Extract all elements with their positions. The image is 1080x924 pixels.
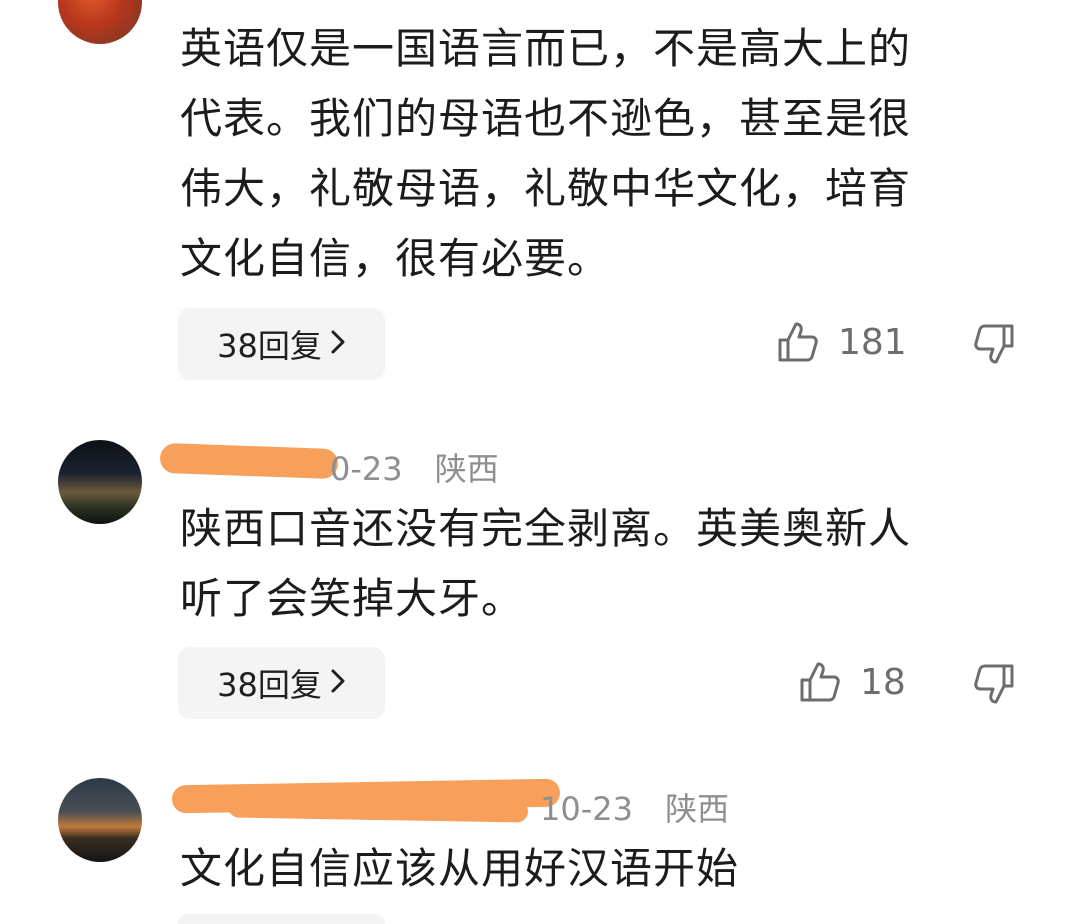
comment-line: 代表。我们的母语也不逊色，甚至是很	[180, 94, 912, 143]
comment-line: 陕西口音还没有完全剥离。英美奥新人	[180, 504, 912, 553]
comment-line: 英语仅是一国语言而已，不是高大上的	[180, 24, 912, 73]
chevron-right-icon	[330, 325, 346, 363]
like-count: 18	[860, 662, 906, 703]
redacted-username	[159, 442, 339, 480]
comment-meta: 10-23 陕西	[540, 784, 729, 830]
thumbs-up-icon[interactable]	[798, 660, 842, 708]
comment-date: 0-23	[330, 450, 403, 488]
thumbs-down-icon[interactable]	[972, 662, 1016, 710]
reply-button[interactable]: 38回复	[178, 647, 385, 719]
reply-label: 38回复	[217, 327, 322, 365]
thumbs-down-icon[interactable]	[972, 322, 1016, 370]
comment-text: 英语仅是一国语言而已，不是高大上的 代表。我们的母语也不逊色，甚至是很 伟大，礼…	[180, 14, 1040, 294]
redacted-username	[227, 795, 529, 823]
comment-date: 10-23	[540, 790, 633, 828]
reply-label: 38回复	[217, 666, 322, 704]
avatar[interactable]	[58, 778, 142, 862]
comment-text: 文化自信应该从用好汉语开始	[180, 834, 1040, 904]
reply-button-partial[interactable]	[178, 914, 385, 924]
comment-region: 陕西	[434, 450, 499, 488]
avatar[interactable]	[58, 0, 142, 44]
comment-meta: 0-23 陕西	[330, 444, 499, 490]
chevron-right-icon	[330, 664, 346, 702]
comment-line: 文化自信，很有必要。	[180, 234, 611, 283]
comment-line: 听了会笑掉大牙。	[180, 574, 525, 623]
comment-region: 陕西	[665, 790, 730, 828]
comment-line: 文化自信应该从用好汉语开始	[180, 844, 740, 893]
thumbs-up-icon[interactable]	[776, 320, 820, 368]
like-count: 181	[838, 322, 907, 363]
comment-text: 陕西口音还没有完全剥离。英美奥新人 听了会笑掉大牙。	[180, 494, 1040, 634]
reply-button[interactable]: 38回复	[178, 308, 385, 380]
avatar[interactable]	[58, 440, 142, 524]
comment-line: 伟大，礼敬母语，礼敬中华文化，培育	[180, 164, 912, 213]
